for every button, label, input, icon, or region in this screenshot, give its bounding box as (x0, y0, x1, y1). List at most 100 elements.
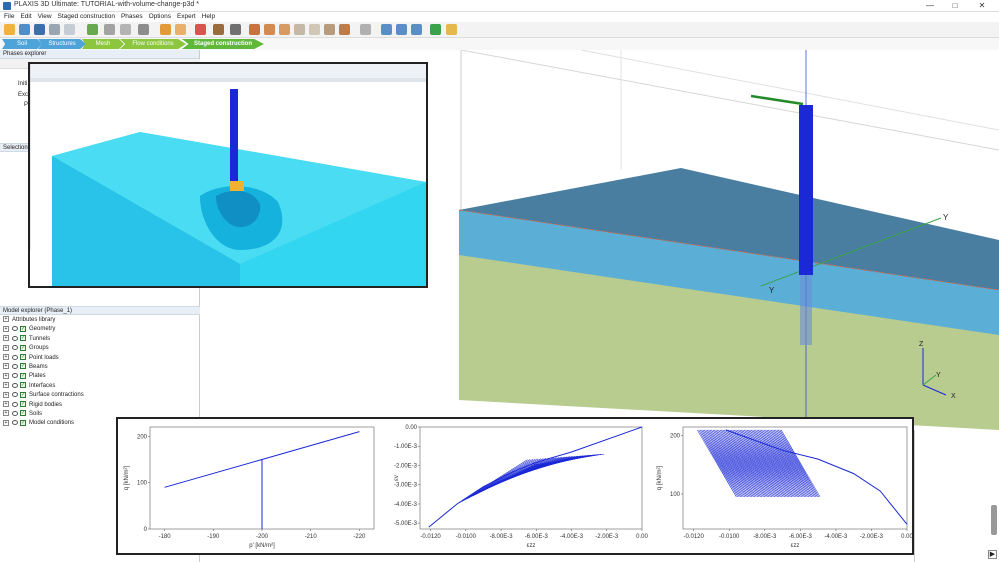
menu-expert[interactable]: Expert (177, 12, 196, 22)
activate-checkbox[interactable]: ✓ (20, 363, 26, 370)
model-tree-item[interactable]: + ✓ Rigid bodies (3, 401, 62, 410)
visibility-icon[interactable] (12, 326, 18, 332)
activate-checkbox[interactable]: ✓ (20, 354, 26, 361)
visibility-icon[interactable] (12, 354, 18, 360)
visibility-icon[interactable] (12, 363, 18, 369)
visibility-icon[interactable] (12, 335, 18, 341)
expand-icon[interactable]: + (3, 363, 9, 370)
activate-checkbox[interactable]: ✓ (20, 335, 26, 342)
expand-icon[interactable]: + (3, 410, 9, 417)
expand-icon[interactable]: + (3, 401, 9, 408)
model-tree-item[interactable]: + ✓ Point loads (3, 354, 59, 363)
visibility-icon[interactable] (12, 392, 18, 398)
minimize-button[interactable]: — (920, 0, 940, 12)
open-project-icon[interactable] (19, 24, 30, 35)
model-tree-item[interactable]: + ✓ Groups (3, 344, 49, 353)
house-iso-icon[interactable] (339, 24, 350, 35)
phase-row-initial[interactable]: Initi (4, 81, 27, 87)
expand-icon[interactable]: + (3, 354, 9, 361)
x-tick-label: -8.00E-3 (490, 534, 514, 540)
menu-view[interactable]: View (38, 12, 52, 22)
phase-row-excavation[interactable]: Exc (4, 92, 28, 98)
visibility-icon[interactable] (12, 373, 18, 379)
house-front-icon[interactable] (264, 24, 275, 35)
activate-checkbox[interactable]: ✓ (20, 401, 26, 408)
model-tree-item[interactable]: + ✓ Plates (3, 372, 46, 381)
visibility-icon[interactable] (12, 420, 18, 426)
activate-checkbox[interactable]: ✓ (20, 391, 26, 398)
new-project-icon[interactable] (4, 24, 15, 35)
maximize-button[interactable]: □ (945, 0, 965, 12)
mode-structures-tab[interactable]: Structures (38, 39, 86, 49)
menu-options[interactable]: Options (149, 12, 171, 22)
rotate-icon[interactable] (360, 24, 371, 35)
menu-help[interactable]: Help (202, 12, 215, 22)
menu-staged-construction[interactable]: Staged construction (58, 12, 115, 22)
highlight-icon[interactable] (446, 24, 457, 35)
expand-icon[interactable]: + (3, 335, 9, 342)
expand-icon[interactable]: + (3, 391, 9, 398)
activate-checkbox[interactable]: ✓ (20, 372, 26, 379)
visibility-icon[interactable] (12, 410, 18, 416)
expand-icon[interactable]: + (3, 419, 9, 426)
house-side-icon[interactable] (279, 24, 290, 35)
visibility-icon[interactable] (12, 401, 18, 407)
activate-checkbox[interactable]: ✓ (20, 344, 26, 351)
unlink-icon[interactable] (120, 24, 131, 35)
link-icon[interactable] (104, 24, 115, 35)
zoom-in-icon[interactable] (381, 24, 392, 35)
visibility-icon[interactable] (12, 345, 18, 351)
house-top-icon[interactable] (294, 24, 305, 35)
mode-mesh-tab[interactable]: Mesh (82, 39, 124, 49)
scrollbar[interactable] (991, 505, 997, 535)
model-tree-label: Point loads (29, 354, 59, 361)
menu-edit[interactable]: Edit (20, 12, 31, 22)
print-icon[interactable] (230, 24, 241, 35)
model-tree-item[interactable]: + Attributes library (3, 316, 55, 325)
house-back-icon[interactable] (324, 24, 335, 35)
save-icon[interactable] (34, 24, 45, 35)
refresh-icon[interactable] (138, 24, 149, 35)
visibility-icon[interactable] (12, 382, 18, 388)
model-tree-item[interactable]: + ✓ Soils (3, 410, 42, 419)
select-icon[interactable] (87, 24, 98, 35)
expand-icon[interactable]: + (3, 372, 9, 379)
snapshot-icon[interactable] (49, 24, 60, 35)
model-tree-item[interactable]: + ✓ Model conditions (3, 419, 74, 428)
activate-checkbox[interactable]: ✓ (20, 410, 26, 417)
activate-checkbox[interactable]: ✓ (20, 419, 26, 426)
model-tree-item[interactable]: + ✓ Surface contractions (3, 391, 84, 400)
redo-icon[interactable] (175, 24, 186, 35)
mode-flow-conditions-tab[interactable]: Flow conditions (120, 39, 186, 49)
model-tree-label: Geometry (29, 326, 56, 333)
model-tree-item[interactable]: + ✓ Geometry (3, 325, 55, 334)
delete-icon[interactable] (195, 24, 206, 35)
model-tree-item[interactable]: + ✓ Beams (3, 363, 48, 372)
zoom-out-icon[interactable] (396, 24, 407, 35)
chart-3: -0.0120 -0.0100 -8.00E-3 -6.00E-3 -4.00E-3 -2… (657, 426, 913, 549)
pile[interactable] (799, 105, 813, 275)
model-tree-item[interactable]: + ✓ Interfaces (3, 382, 55, 391)
pan-icon[interactable] (430, 24, 441, 35)
mode-soil-tab[interactable]: Soil (2, 39, 42, 49)
model-tree-item[interactable]: + ✓ Tunnels (3, 335, 50, 344)
house-bottom-icon[interactable] (309, 24, 320, 35)
undo-icon[interactable] (160, 24, 171, 35)
play-icon[interactable]: ▶ (988, 550, 997, 559)
close-button[interactable]: ✕ (972, 0, 992, 12)
expand-icon[interactable]: + (3, 325, 9, 332)
expand-icon[interactable]: + (3, 382, 9, 389)
house-icon[interactable] (249, 24, 260, 35)
y-tick-label: -4.00E-3 (394, 502, 418, 508)
expand-icon[interactable]: + (3, 344, 9, 351)
info-icon[interactable] (64, 24, 75, 35)
menu-phases[interactable]: Phases (121, 12, 143, 22)
activate-checkbox[interactable]: ✓ (20, 382, 26, 389)
calculator-icon[interactable] (213, 24, 224, 35)
expand-icon[interactable]: + (3, 316, 9, 323)
activate-checkbox[interactable]: ✓ (20, 325, 26, 332)
phase-row-p[interactable]: P (4, 102, 28, 108)
mode-staged-construction-tab[interactable]: Staged construction (182, 39, 264, 49)
menu-file[interactable]: File (4, 12, 14, 22)
zoom-window-icon[interactable] (411, 24, 422, 35)
